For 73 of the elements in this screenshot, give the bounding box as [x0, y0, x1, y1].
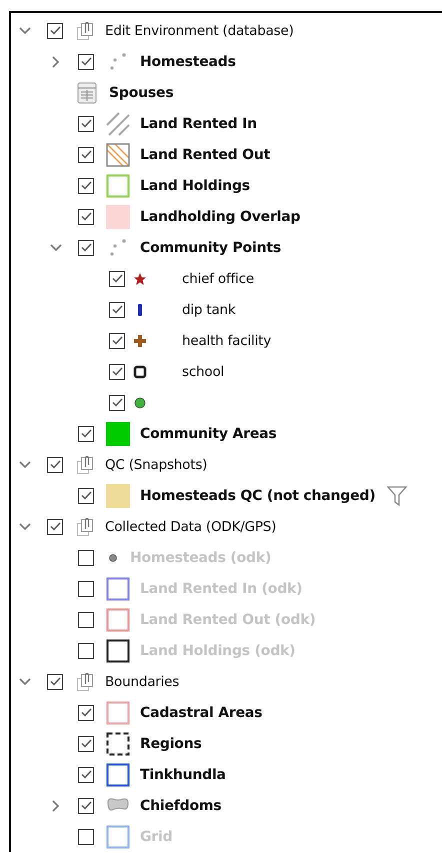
checkbox[interactable]	[47, 22, 63, 38]
group-name[interactable]: Edit Environment (database)	[105, 22, 294, 38]
checkbox[interactable]	[109, 364, 125, 380]
check-icon	[80, 489, 92, 502]
layer-group-icon	[76, 20, 96, 42]
legend-label[interactable]: dip tank	[182, 302, 236, 318]
checkbox[interactable]	[78, 488, 94, 504]
checkbox[interactable]	[78, 208, 94, 224]
legend-label[interactable]: school	[182, 364, 224, 380]
check-icon	[48, 458, 62, 471]
check-icon	[80, 768, 92, 781]
layer-name[interactable]: Homesteads QC (not changed)	[140, 488, 376, 504]
check-icon	[110, 303, 124, 316]
check-icon	[110, 365, 124, 378]
layer-name[interactable]: Homesteads	[140, 54, 236, 70]
check-icon	[80, 799, 92, 812]
checkbox[interactable]	[47, 518, 63, 534]
group-name[interactable]: Collected Data (ODK/GPS)	[105, 518, 276, 534]
layer-group-icon	[76, 454, 96, 476]
check-icon	[48, 24, 62, 37]
checkbox[interactable]	[78, 580, 94, 596]
check-icon	[110, 396, 124, 409]
layer-name[interactable]: Land Rented In	[140, 116, 257, 132]
checkbox[interactable]	[47, 456, 63, 472]
layer-name[interactable]: Cadastral Areas	[140, 704, 262, 720]
checkbox[interactable]	[78, 146, 94, 162]
checkbox[interactable]	[78, 240, 94, 256]
checkbox[interactable]	[78, 612, 94, 628]
legend-label[interactable]: chief office	[182, 270, 254, 286]
layer-name[interactable]: Chiefdoms	[140, 798, 222, 814]
checkbox[interactable]	[109, 394, 125, 410]
check-icon	[80, 737, 92, 750]
check-icon	[80, 117, 92, 130]
layer-name[interactable]: Land Holdings	[140, 178, 250, 194]
checkbox[interactable]	[78, 116, 94, 132]
checkbox[interactable]	[78, 642, 94, 658]
checkbox[interactable]	[109, 302, 125, 318]
check-icon	[110, 272, 124, 285]
layer-name[interactable]: Spouses	[109, 84, 174, 100]
checkbox[interactable]	[47, 674, 63, 690]
layer-name[interactable]: Land Rented Out	[140, 146, 270, 162]
table-icon	[76, 80, 98, 104]
checkbox[interactable]	[78, 736, 94, 752]
checkbox[interactable]	[78, 828, 94, 844]
layer-name[interactable]: Tinkhundla	[140, 766, 226, 782]
check-icon	[80, 427, 92, 440]
layer-group-icon	[76, 670, 96, 692]
checkbox[interactable]	[78, 54, 94, 70]
layer-name[interactable]: Community Points	[140, 240, 281, 256]
group-name[interactable]: Boundaries	[105, 674, 180, 690]
checkbox[interactable]	[78, 766, 94, 782]
check-icon	[110, 334, 124, 347]
check-icon	[80, 179, 92, 192]
checkbox[interactable]	[78, 798, 94, 814]
layer-name[interactable]: Landholding Overlap	[140, 208, 300, 224]
layer-name[interactable]: Community Areas	[140, 426, 277, 442]
group-name[interactable]: QC (Snapshots)	[105, 456, 208, 472]
checkbox[interactable]	[78, 426, 94, 442]
check-icon	[80, 706, 92, 719]
check-icon	[80, 241, 92, 254]
checkbox[interactable]	[78, 704, 94, 720]
check-icon	[80, 210, 92, 223]
checkbox[interactable]	[109, 332, 125, 348]
check-icon	[80, 148, 92, 161]
check-icon	[48, 675, 62, 688]
checkbox[interactable]	[109, 270, 125, 286]
layer-name[interactable]: Regions	[140, 736, 202, 752]
layer-group-icon	[76, 516, 96, 538]
checkbox[interactable]	[78, 550, 94, 566]
check-icon	[80, 55, 92, 68]
check-icon	[48, 520, 62, 533]
legend-label[interactable]: health facility	[182, 332, 272, 348]
checkbox[interactable]	[78, 178, 94, 194]
